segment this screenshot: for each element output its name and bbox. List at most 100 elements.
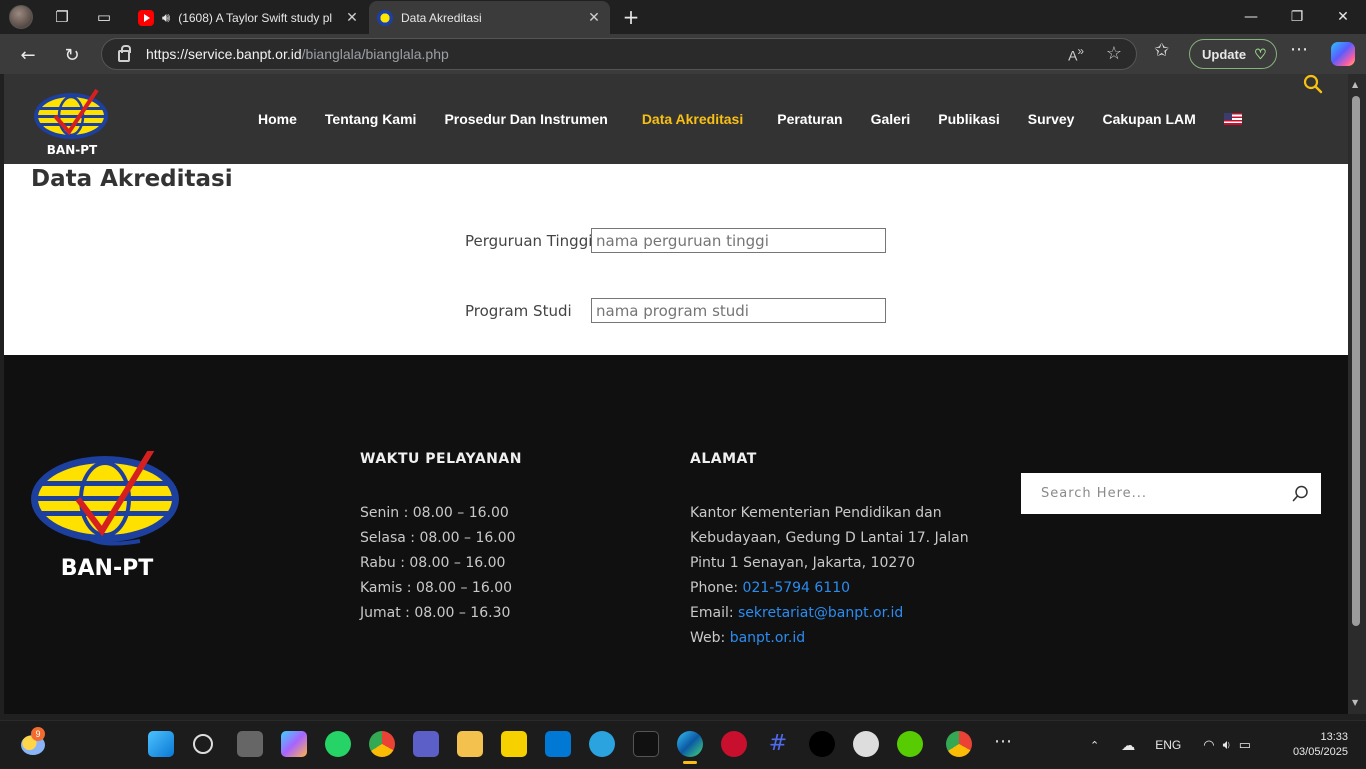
address-toolbar: ← ↻ https://service.banpt.or.id/bianglal… bbox=[0, 34, 1366, 74]
minimize-icon[interactable]: — bbox=[1228, 0, 1274, 34]
us-flag-icon[interactable] bbox=[1223, 113, 1242, 125]
address-block: Kantor Kementerian Pendidikan dan Kebuda… bbox=[690, 501, 990, 651]
site-footer: BAN-PT WAKTU PELAYANAN Senin : 08.00 – 1… bbox=[4, 355, 1348, 714]
new-tab-icon[interactable]: + bbox=[619, 5, 643, 29]
footer-logo-text: BAN-PT bbox=[61, 556, 153, 581]
capcut-icon[interactable] bbox=[633, 731, 659, 757]
nav-peraturan[interactable]: Peraturan bbox=[777, 111, 842, 127]
task-view-icon[interactable] bbox=[237, 731, 263, 757]
file-explorer-icon[interactable] bbox=[457, 731, 483, 757]
volume-icon[interactable]: 🔉︎ bbox=[1223, 737, 1231, 753]
footer-search-icon[interactable] bbox=[1292, 485, 1309, 502]
phone-link[interactable]: 021-5794 6110 bbox=[743, 580, 850, 596]
more-apps-icon[interactable]: ⋯ bbox=[990, 731, 1016, 757]
footer-banpt-logo: BAN-PT bbox=[31, 451, 179, 581]
nav-cakupan-lam[interactable]: Cakupan LAM bbox=[1102, 111, 1195, 127]
close-tab-icon[interactable]: ✕ bbox=[342, 9, 362, 26]
program-studi-input[interactable] bbox=[591, 298, 886, 323]
nav-home[interactable]: Home bbox=[258, 111, 297, 127]
tab-youtube[interactable]: 🔊︎ (1608) A Taylor Swift study pl ✕ bbox=[130, 1, 368, 34]
page-scrollbar[interactable]: ▲ ▼ bbox=[1348, 74, 1366, 714]
hours-heading: WAKTU PELAYANAN bbox=[360, 451, 522, 467]
nav-data-akreditasi[interactable]: Data Akreditasi bbox=[642, 111, 743, 127]
scroll-thumb[interactable] bbox=[1352, 96, 1360, 626]
speaker-icon[interactable]: 🔊︎ bbox=[162, 10, 170, 26]
teams-icon[interactable] bbox=[413, 731, 439, 757]
site-header: BAN-PT Home Tentang Kami Prosedur Dan In… bbox=[4, 74, 1348, 164]
wifi-icon[interactable]: ◠ bbox=[1203, 737, 1214, 753]
language-app-icon[interactable] bbox=[721, 731, 747, 757]
lock-icon[interactable] bbox=[118, 45, 131, 62]
nav-publikasi[interactable]: Publikasi bbox=[938, 111, 999, 127]
update-label: Update bbox=[1202, 46, 1247, 62]
whatsapp-icon[interactable] bbox=[325, 731, 351, 757]
duolingo-icon[interactable] bbox=[897, 731, 923, 757]
show-hidden-icons-icon[interactable]: ⌃ bbox=[1090, 739, 1099, 752]
search-taskbar-icon[interactable] bbox=[193, 734, 213, 754]
clock-app-icon[interactable] bbox=[853, 731, 879, 757]
nav-prosedur-dan-instrumen[interactable]: Prosedur Dan Instrumen bbox=[444, 111, 607, 127]
email-row: Email: sekretariat@banpt.or.id bbox=[690, 601, 990, 626]
phone-label: Phone: bbox=[690, 580, 739, 596]
tab-title: (1608) A Taylor Swift study pl bbox=[178, 10, 333, 25]
url-field[interactable]: https://service.banpt.or.id/bianglala/bi… bbox=[101, 38, 1137, 70]
copilot-taskbar-icon[interactable] bbox=[281, 731, 307, 757]
close-window-icon[interactable]: ✕ bbox=[1320, 0, 1366, 34]
more-menu-icon[interactable]: ⋯ bbox=[1290, 39, 1308, 60]
page-viewport: BAN-PT Home Tentang Kami Prosedur Dan In… bbox=[4, 74, 1348, 714]
address-line: Kantor Kementerian Pendidikan dan bbox=[690, 505, 942, 521]
favorites-icon[interactable]: ✩ bbox=[1154, 40, 1169, 61]
back-arrow-icon[interactable]: ← bbox=[14, 41, 42, 69]
telegram-icon[interactable] bbox=[589, 731, 615, 757]
perguruan-tinggi-input[interactable] bbox=[591, 228, 886, 253]
profile-avatar[interactable] bbox=[9, 5, 33, 29]
refresh-icon[interactable]: ↻ bbox=[58, 41, 86, 69]
scroll-down-icon[interactable]: ▼ bbox=[1352, 698, 1362, 707]
close-tab-icon[interactable]: ✕ bbox=[584, 9, 604, 26]
hours-item: Senin : 08.00 – 16.00 bbox=[360, 505, 509, 521]
web-link[interactable]: banpt.or.id bbox=[730, 630, 805, 646]
language-indicator[interactable]: ENG bbox=[1155, 738, 1181, 752]
sticky-notes-icon[interactable] bbox=[501, 731, 527, 757]
banpt-logo[interactable]: BAN-PT bbox=[31, 86, 113, 158]
battery-icon[interactable]: ▭ bbox=[1239, 737, 1251, 753]
perguruan-tinggi-label: Perguruan Tinggi bbox=[465, 232, 593, 250]
chrome-icon[interactable] bbox=[369, 731, 395, 757]
web-label: Web: bbox=[690, 630, 726, 646]
hours-item: Jumat : 08.00 – 16.30 bbox=[360, 605, 511, 621]
hashtag-app-icon[interactable]: # bbox=[765, 731, 791, 757]
main-navigation: Home Tentang Kami Prosedur Dan Instrumen… bbox=[244, 74, 1242, 164]
clock-date: 03/05/2025 bbox=[1292, 746, 1348, 758]
scroll-up-icon[interactable]: ▲ bbox=[1352, 80, 1362, 89]
tab-data-akreditasi[interactable]: Data Akreditasi ✕ bbox=[369, 1, 610, 34]
x-app-icon[interactable] bbox=[809, 731, 835, 757]
footer-search-input[interactable] bbox=[1041, 486, 1281, 501]
taskbar-clock[interactable]: 13:33 03/05/2025 bbox=[1293, 730, 1348, 760]
nav-galeri[interactable]: Galeri bbox=[871, 111, 911, 127]
favorite-star-icon[interactable]: ☆ bbox=[1106, 43, 1122, 64]
nav-tentang-kami[interactable]: Tentang Kami bbox=[325, 111, 417, 127]
nav-survey[interactable]: Survey bbox=[1028, 111, 1075, 127]
page-title: Data Akreditasi bbox=[31, 166, 233, 192]
phone-row: Phone: 021-5794 6110 bbox=[690, 576, 990, 601]
hours-item: Rabu : 08.00 – 16.00 bbox=[360, 555, 506, 571]
edge-icon[interactable] bbox=[677, 731, 703, 757]
url-path: /bianglala/bianglala.php bbox=[301, 46, 449, 62]
microsoft-store-icon[interactable] bbox=[545, 731, 571, 757]
window-controls: — ❐ ✕ bbox=[1228, 0, 1366, 34]
email-link[interactable]: sekretariat@banpt.or.id bbox=[738, 605, 903, 621]
banpt-favicon-icon bbox=[377, 9, 393, 26]
tab-actions-icon[interactable]: ▭ bbox=[92, 5, 116, 29]
workspaces-icon[interactable]: ❐ bbox=[50, 5, 74, 29]
chrome-profile-icon[interactable] bbox=[946, 731, 972, 757]
web-row: Web: banpt.or.id bbox=[690, 626, 990, 651]
restore-icon[interactable]: ❐ bbox=[1274, 0, 1320, 34]
copilot-icon[interactable] bbox=[1331, 42, 1355, 66]
logo-text: BAN-PT bbox=[47, 143, 98, 157]
search-icon[interactable] bbox=[1303, 74, 1323, 94]
update-button[interactable]: Update ♡ bbox=[1189, 39, 1277, 69]
read-aloud-icon[interactable]: A» bbox=[1068, 45, 1084, 64]
onedrive-icon[interactable]: ☁ bbox=[1121, 737, 1135, 754]
system-tray: ⌃ ☁ ENG ◠ 🔉︎ ▭ bbox=[1090, 721, 1251, 769]
windows-start-icon[interactable] bbox=[148, 731, 174, 757]
